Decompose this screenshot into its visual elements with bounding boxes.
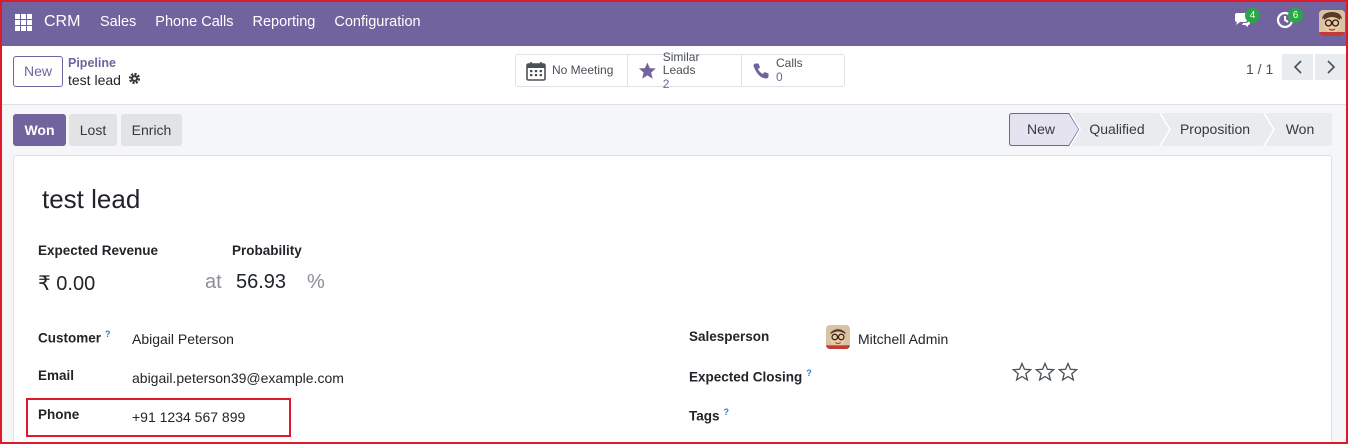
probability-field[interactable]: 56.93 [236,271,286,294]
breadcrumb-pipeline[interactable]: Pipeline [68,56,116,70]
star-outline-icon[interactable] [1035,362,1055,382]
calls-smart-button[interactable]: Calls 0 [742,55,844,86]
smart-buttons: No Meeting Similar Leads 2 Calls 0 [515,50,845,91]
stage-new[interactable]: New [1009,113,1073,146]
phone-icon [753,63,769,78]
pager-previous-button[interactable] [1282,54,1313,80]
lead-title[interactable]: test lead [42,184,140,215]
app-name[interactable]: CRM [44,13,80,31]
salesperson-field[interactable]: Mitchell Admin [858,331,948,347]
stage-qualified[interactable]: Qualified [1075,113,1159,146]
expected-closing-help-icon[interactable]: ? [806,368,812,378]
star-outline-icon[interactable] [1058,362,1078,382]
activities-badge: 6 [1288,8,1303,23]
chevron-left-icon [1293,60,1302,74]
probability-label: Probability [232,243,302,258]
customer-field[interactable]: Abigail Peterson [132,331,234,347]
mark-won-button[interactable]: Won [13,114,66,146]
stage-won[interactable]: Won [1271,113,1329,146]
apps-grid-icon[interactable] [15,14,32,31]
calendar-icon [526,61,546,81]
calls-label: Calls [776,56,803,70]
top-navbar: CRM Sales Phone Calls Reporting Configur… [0,0,1348,46]
tags-help-icon[interactable]: ? [724,407,730,417]
email-field[interactable]: abigail.peterson39@example.com [132,370,344,386]
menu-phone-calls[interactable]: Phone Calls [155,14,233,30]
gear-icon[interactable] [128,72,141,90]
messages-button[interactable]: 4 [1233,8,1260,34]
similar-leads-label: Similar Leads [662,49,700,77]
main-menu: Sales Phone Calls Reporting Configuratio… [100,14,421,30]
similar-leads-count: 2 [662,76,670,91]
enrich-button[interactable]: Enrich [121,114,182,146]
new-record-button[interactable]: New [13,56,63,87]
expected-revenue-field[interactable]: ₹ 0.00 [38,271,95,296]
expected-revenue-label: Expected Revenue [38,243,159,258]
salesperson-avatar [826,325,850,349]
percent-sign: % [307,271,325,293]
expected-closing-label: Expected Closing? [689,368,812,385]
calls-count: 0 [776,70,783,84]
activities-button[interactable]: 6 [1276,8,1303,34]
customer-label: Customer? [38,329,111,346]
user-avatar[interactable] [1319,10,1345,36]
status-bar: Won Lost Enrich New Qualified Propositio… [0,105,1348,155]
menu-sales[interactable]: Sales [100,14,136,30]
similar-leads-smart-button[interactable]: Similar Leads 2 [628,50,742,91]
meeting-label: No Meeting [552,63,614,77]
messages-badge: 4 [1245,8,1260,23]
customer-help-icon[interactable]: ? [105,329,111,339]
meeting-smart-button[interactable]: No Meeting [516,55,628,86]
at-text: at [205,271,222,293]
star-icon [638,62,656,79]
salesperson-label: Salesperson [689,329,770,344]
stage-proposition[interactable]: Proposition [1165,113,1265,146]
control-panel: New Pipeline test lead No Meeting Simila… [0,46,1348,105]
pager-value[interactable]: 1 / 1 [1246,61,1273,77]
star-outline-icon[interactable] [1012,362,1032,382]
mark-lost-button[interactable]: Lost [69,114,117,146]
menu-reporting[interactable]: Reporting [252,14,315,30]
tags-label: Tags? [689,407,730,424]
chevron-right-icon [1326,60,1335,74]
menu-configuration[interactable]: Configuration [334,14,420,30]
phone-highlight-box [26,398,291,437]
pager-next-button[interactable] [1315,54,1346,80]
priority-stars [1012,362,1078,382]
email-label: Email [38,368,75,383]
breadcrumb-current: test lead [68,72,121,88]
